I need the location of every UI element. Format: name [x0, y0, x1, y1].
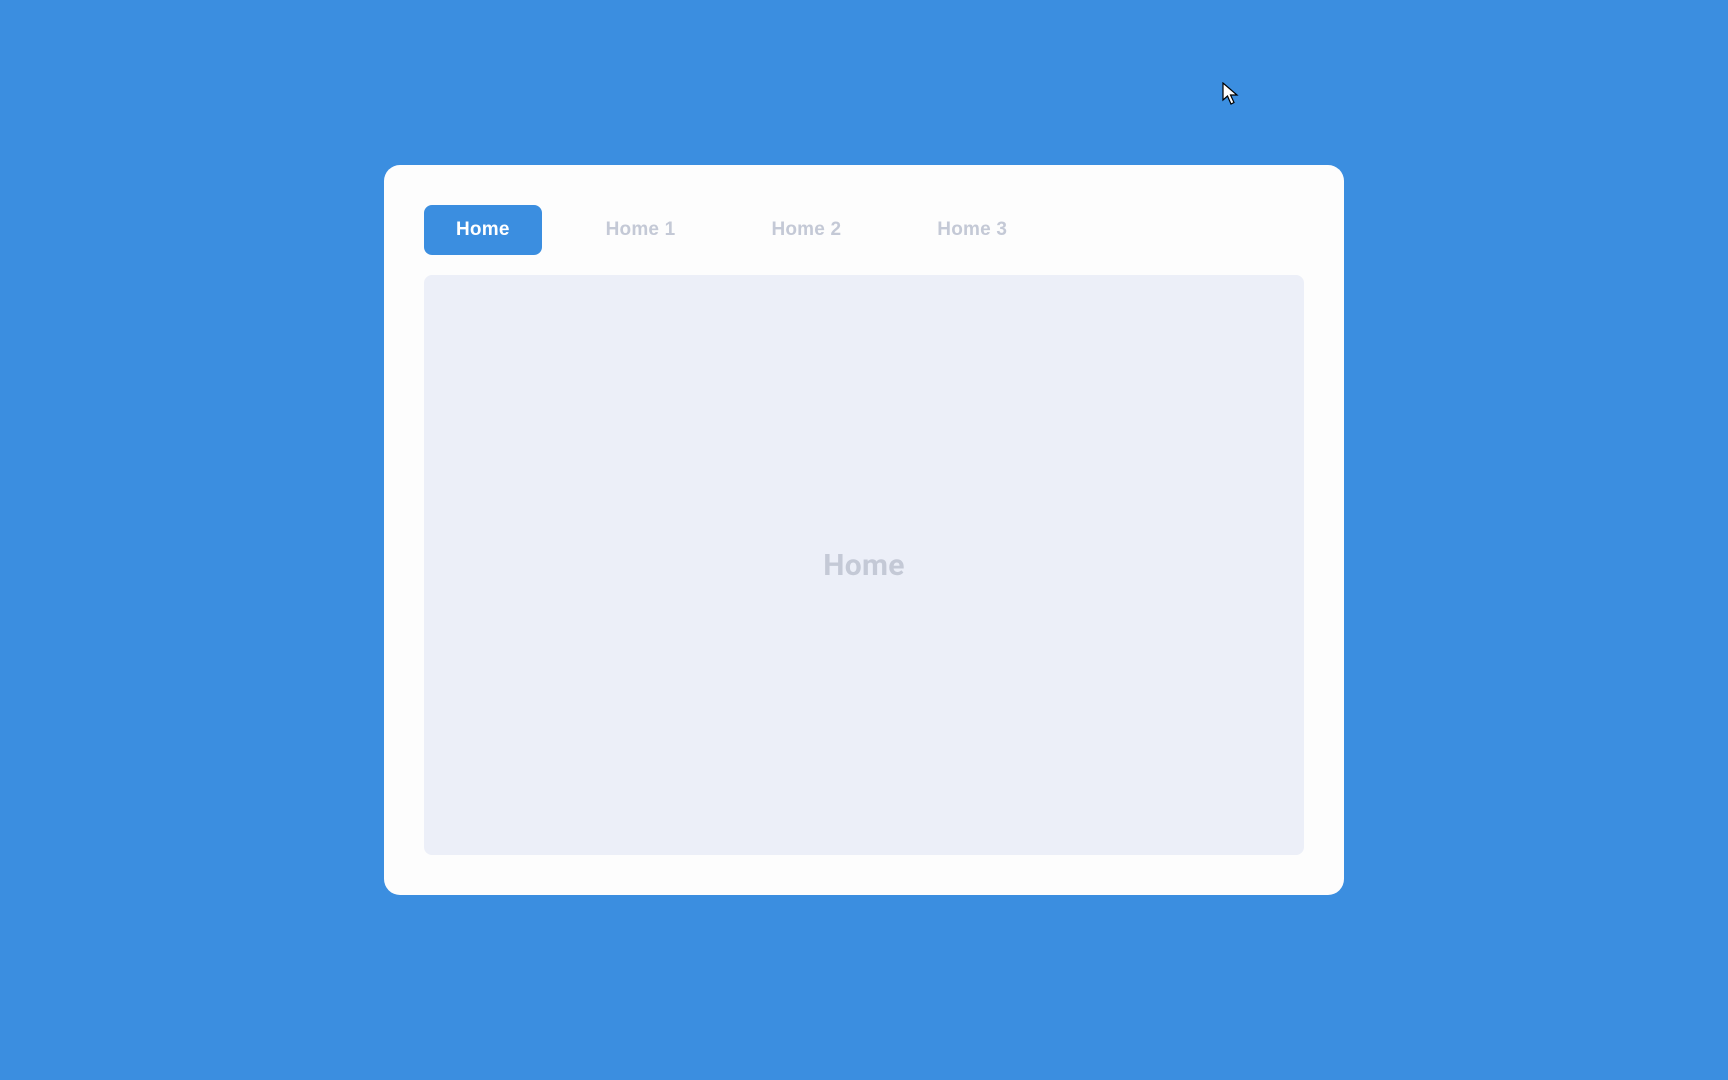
tab-home-3[interactable]: Home 3	[905, 205, 1039, 255]
tab-home[interactable]: Home	[424, 205, 542, 255]
tab-home-2[interactable]: Home 2	[739, 205, 873, 255]
tab-home-1[interactable]: Home 1	[574, 205, 708, 255]
cursor-icon	[1222, 82, 1240, 106]
content-title: Home	[823, 548, 905, 583]
tab-content-panel: Home	[424, 275, 1304, 855]
tab-card: Home Home 1 Home 2 Home 3 Home	[384, 165, 1344, 895]
tab-list: Home Home 1 Home 2 Home 3	[424, 205, 1304, 255]
